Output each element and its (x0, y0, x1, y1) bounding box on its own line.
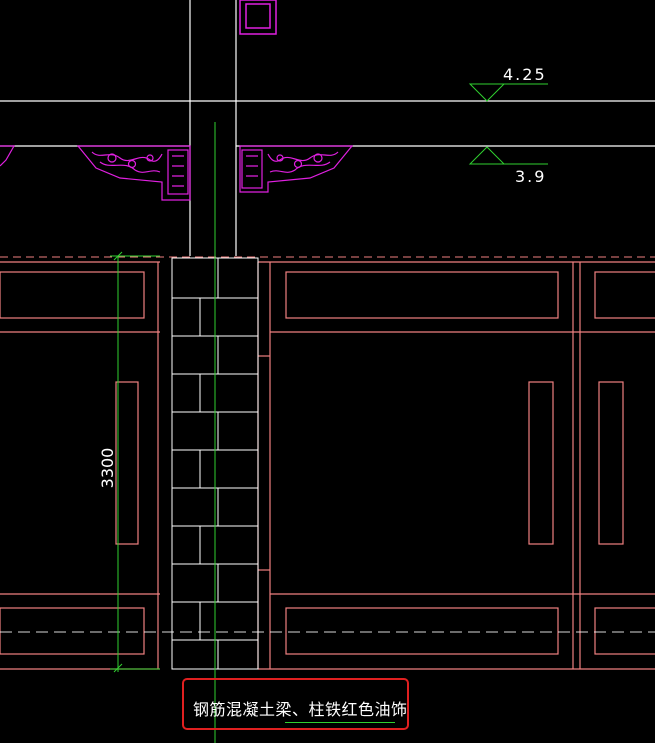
bracket-ornament-right (239, 145, 354, 193)
column-shaft (189, 0, 237, 256)
cad-drawing: 3300 4.25 3.9 (0, 0, 655, 743)
elevation-label-lower: 3.9 (515, 167, 546, 186)
annotation-underline (285, 722, 395, 723)
bracket-ornament-left (0, 145, 191, 201)
elevation-marker-lower (468, 146, 548, 165)
dimension-label: 3300 (98, 448, 117, 489)
elevation-label-upper: 4.25 (503, 65, 547, 84)
beam-lines (0, 100, 655, 147)
elevation-marker-upper (468, 83, 548, 102)
dimension-3300 (110, 251, 160, 673)
top-ornament (239, 0, 277, 35)
annotation-text: 钢筋混凝土梁、柱铁红色油饰 (193, 700, 408, 719)
